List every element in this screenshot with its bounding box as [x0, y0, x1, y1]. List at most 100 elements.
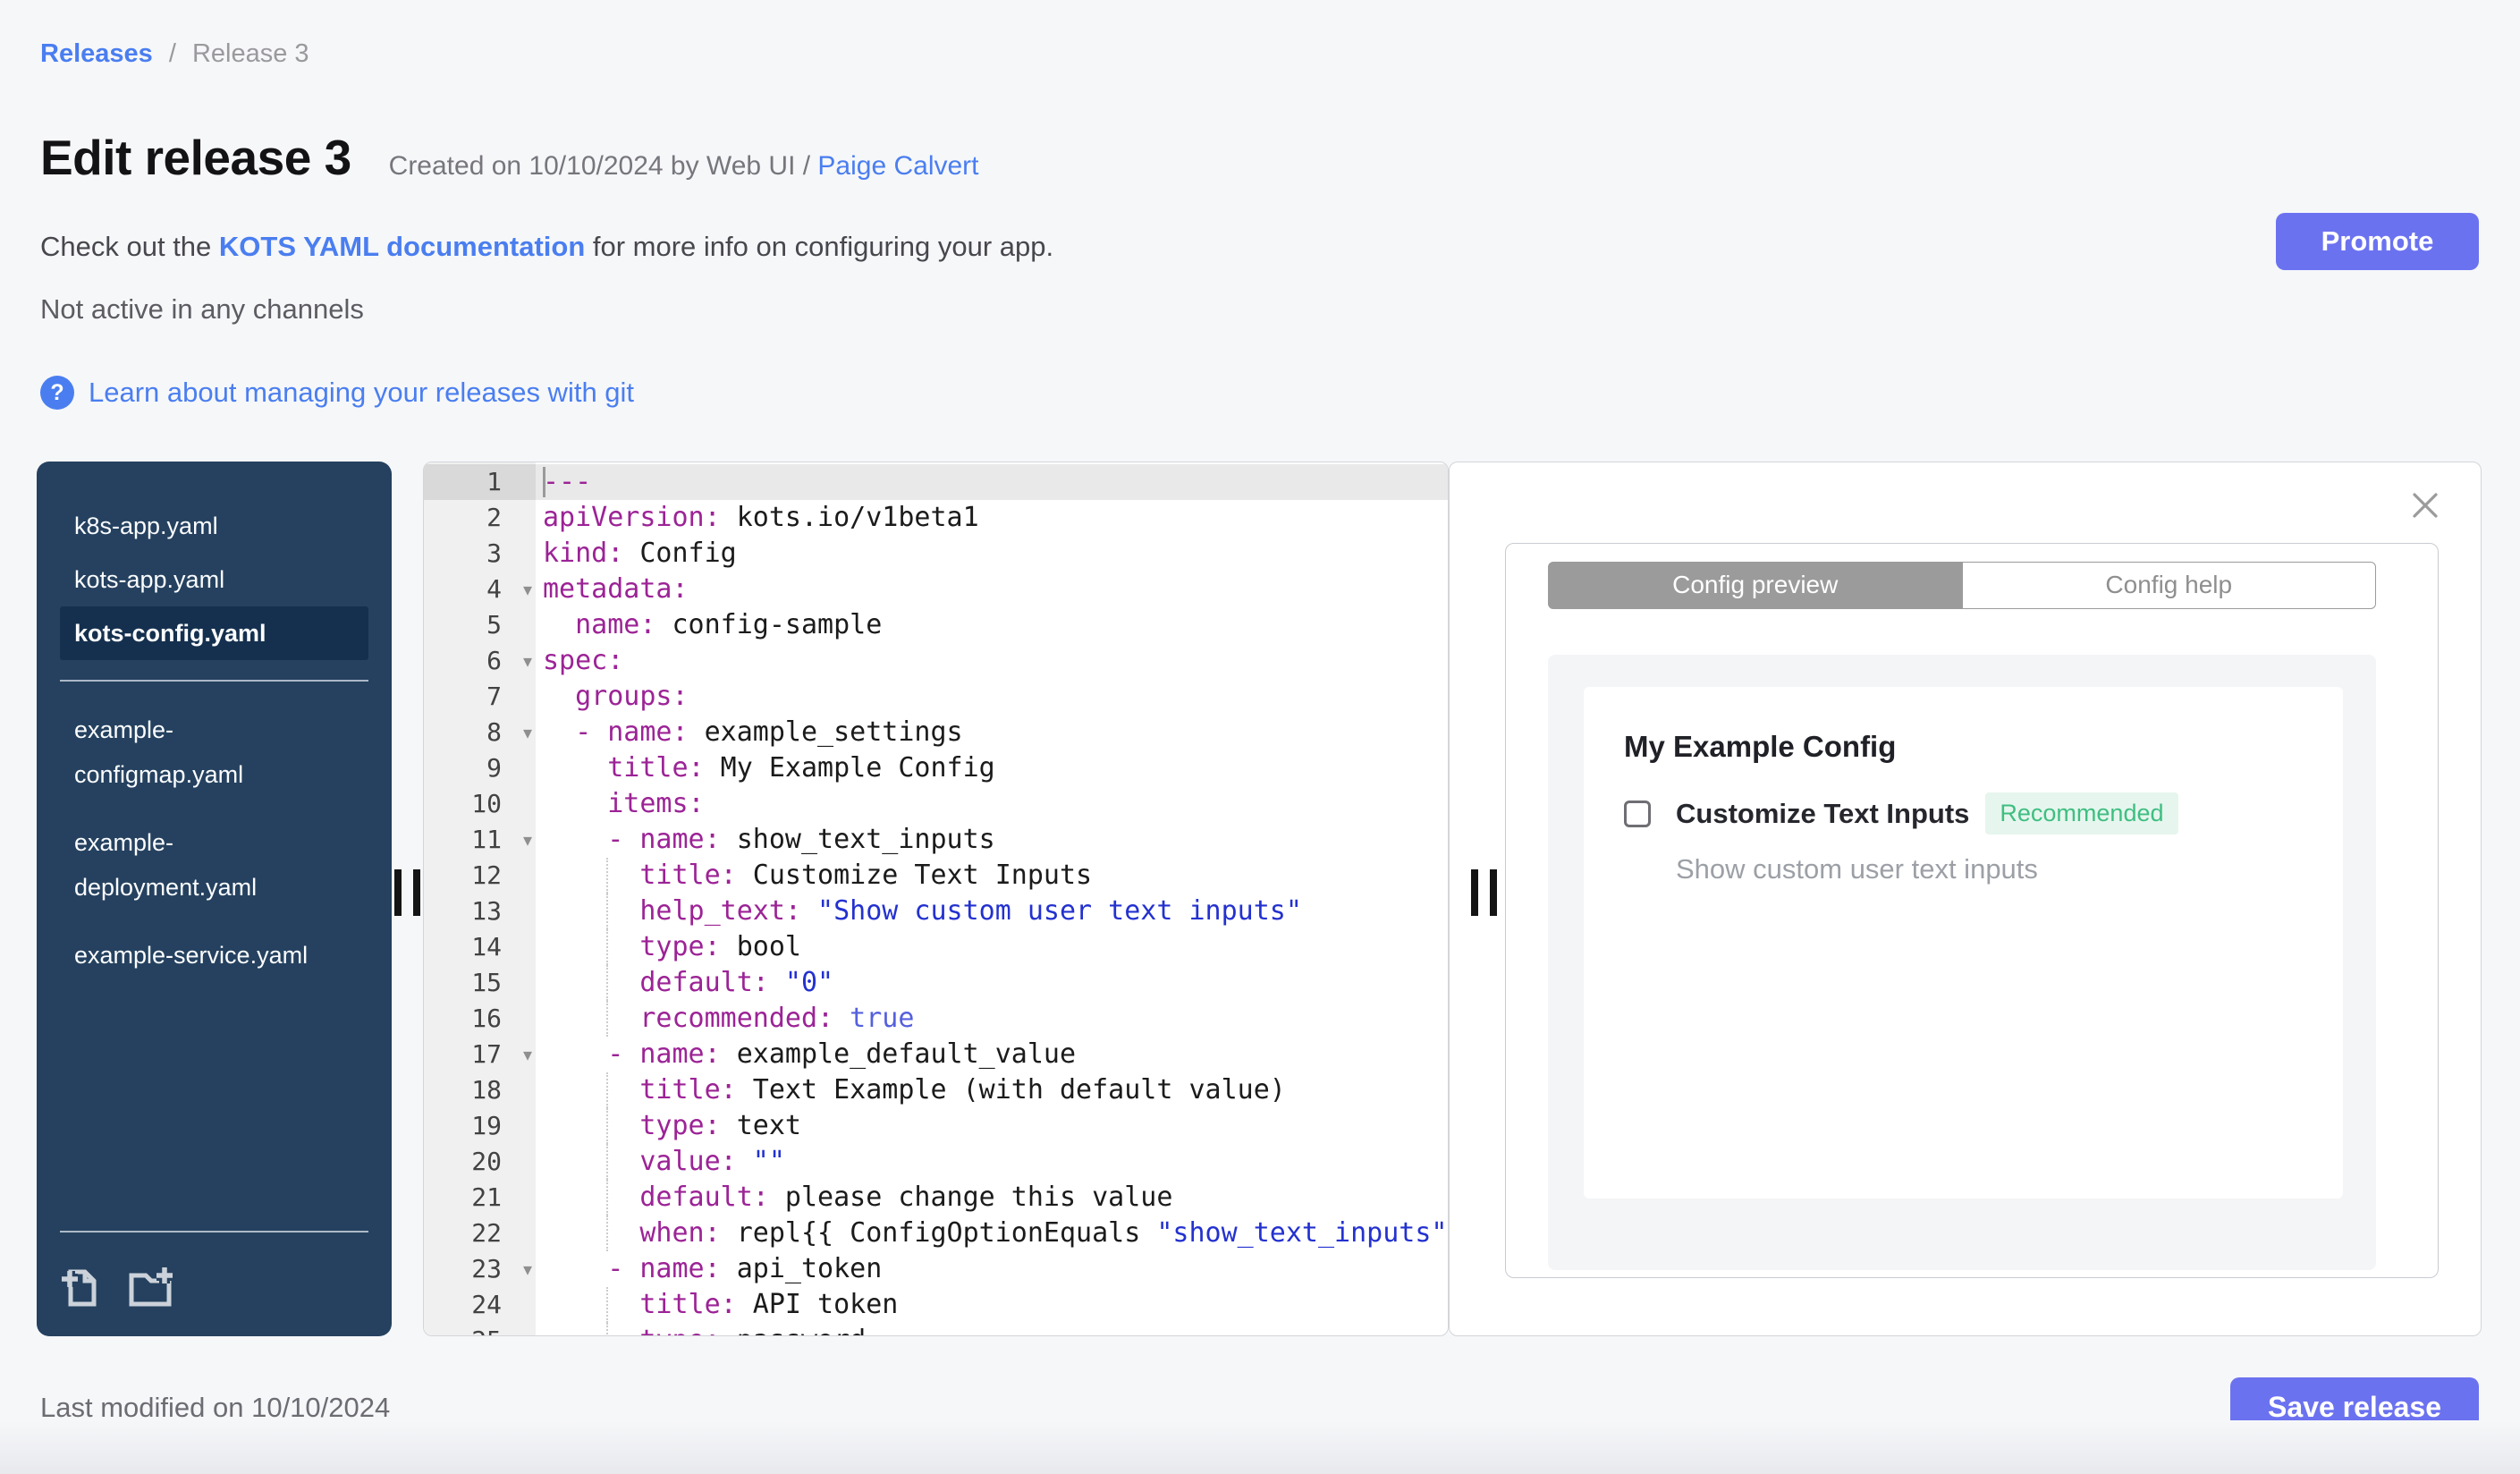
editor-line-17[interactable]: 17 ▾ - name: example_default_value	[424, 1037, 1448, 1072]
doc-hint: Check out the KOTS YAML documentation fo…	[40, 231, 1053, 263]
fold-arrow-icon[interactable]: ▾	[523, 572, 532, 607]
editor-line-11[interactable]: 11 ▾ - name: show_text_inputs	[424, 822, 1448, 858]
line-number: 23 ▾	[424, 1251, 536, 1287]
line-number: 22	[471, 1218, 502, 1248]
fold-arrow-icon[interactable]: ▾	[523, 1037, 532, 1072]
add-folder-icon[interactable]	[124, 1265, 176, 1309]
editor-line-16[interactable]: 16 recommended: true	[424, 1001, 1448, 1037]
code-text: type: bool	[543, 931, 801, 962]
tab-config-help[interactable]: Config help	[1962, 562, 2376, 609]
editor-line-24[interactable]: 24 title: API token	[424, 1287, 1448, 1323]
editor-line-19[interactable]: 19 type: text	[424, 1108, 1448, 1144]
file-item-kots-config.yaml[interactable]: kots-config.yaml	[60, 606, 368, 660]
line-number: 2	[486, 503, 502, 532]
breadcrumb-separator: /	[168, 39, 176, 68]
editor-line-2[interactable]: 2 apiVersion: kots.io/v1beta1	[424, 500, 1448, 536]
file-item-example-service.yaml[interactable]: example-service.yaml	[60, 925, 351, 986]
editor-line-5[interactable]: 5 name: config-sample	[424, 607, 1448, 643]
file-item-kots-app.yaml[interactable]: kots-app.yaml	[60, 553, 355, 606]
tab-config-preview[interactable]: Config preview	[1548, 562, 1963, 609]
editor-line-20[interactable]: 20 value: ""	[424, 1144, 1448, 1180]
editor-line-12[interactable]: 12 title: Customize Text Inputs	[424, 858, 1448, 894]
page-title: Edit release 3	[40, 130, 351, 185]
app-root: Releases / Release 3 Edit release 3 Crea…	[0, 0, 2520, 1474]
editor-line-18[interactable]: 18 title: Text Example (with default val…	[424, 1072, 1448, 1108]
editor-line-4[interactable]: 4 ▾ metadata:	[424, 572, 1448, 607]
editor-line-9[interactable]: 9 title: My Example Config	[424, 750, 1448, 786]
file-list-secondary: example-configmap.yaml example-deployment…	[60, 699, 368, 993]
config-item-row: Customize Text Inputs Recommended	[1624, 792, 2178, 834]
sidebar-actions	[60, 1250, 368, 1309]
editor-line-3[interactable]: 3 kind: Config	[424, 536, 1448, 572]
sidebar-divider	[60, 1231, 368, 1233]
breadcrumb: Releases / Release 3	[40, 39, 309, 69]
breadcrumb-releases-link[interactable]: Releases	[40, 39, 153, 68]
code-text: spec:	[543, 645, 624, 676]
title-row: Edit release 3 Created on 10/10/2024 by …	[40, 129, 979, 186]
created-text: Created on 10/10/2024 by Web UI /	[388, 151, 818, 181]
kots-yaml-doc-link[interactable]: KOTS YAML documentation	[219, 231, 585, 262]
editor-lines: 1 --- 2 apiVersion: kots.io/v1beta1 3 kind: C…	[424, 464, 1448, 1335]
file-item-example-deployment.yaml[interactable]: example-deployment.yaml	[60, 812, 351, 918]
fold-arrow-icon[interactable]: ▾	[523, 822, 532, 858]
code-text: help_text: "Show custom user text inputs…	[543, 895, 1302, 927]
editor-line-8[interactable]: 8 ▾ - name: example_settings	[424, 715, 1448, 750]
editor-line-10[interactable]: 10 items:	[424, 786, 1448, 822]
fold-arrow-icon[interactable]: ▾	[523, 715, 532, 750]
editor-line-14[interactable]: 14 type: bool	[424, 929, 1448, 965]
code-editor[interactable]: 1 --- 2 apiVersion: kots.io/v1beta1 3 kind: C…	[423, 462, 1449, 1336]
editor-line-23[interactable]: 23 ▾ - name: api_token	[424, 1251, 1448, 1287]
line-number: 4 ▾	[424, 572, 536, 607]
editor-line-13[interactable]: 13 help_text: "Show custom user text inp…	[424, 894, 1448, 929]
preview-tabs: Config preview Config help	[1548, 562, 2376, 609]
recommended-badge: Recommended	[1985, 792, 2178, 834]
preview-body: My Example Config Customize Text Inputs …	[1548, 655, 2376, 1270]
add-file-icon[interactable]	[60, 1265, 101, 1309]
line-number: 19	[471, 1111, 502, 1140]
sidebar-footer	[60, 1211, 368, 1309]
file-tree-sidebar: k8s-app.yaml kots-app.yaml kots-config.yam…	[37, 462, 392, 1336]
resize-handle-left[interactable]	[394, 869, 420, 916]
code-text: ---	[543, 466, 592, 497]
editor-line-7[interactable]: 7 groups:	[424, 679, 1448, 715]
code-text: - name: example_default_value	[543, 1038, 1077, 1070]
author-link[interactable]: Paige Calvert	[817, 151, 978, 181]
editor-line-15[interactable]: 15 default: "0"	[424, 965, 1448, 1001]
fold-arrow-icon[interactable]: ▾	[523, 1251, 532, 1287]
line-number: 14	[471, 932, 502, 961]
code-text: default: "0"	[543, 967, 834, 998]
doc-hint-after: for more info on configuring your app.	[585, 231, 1054, 262]
git-help-row: ? Learn about managing your releases wit…	[40, 376, 634, 410]
line-number: 3	[486, 538, 502, 568]
editor-line-25[interactable]: 25 type: password	[424, 1323, 1448, 1335]
save-release-button[interactable]: Save release	[2230, 1377, 2479, 1436]
line-number: 21	[471, 1182, 502, 1212]
git-help-link[interactable]: Learn about managing your releases with …	[89, 377, 634, 409]
code-text: title: API token	[543, 1289, 899, 1320]
editor-line-21[interactable]: 21 default: please change this value	[424, 1180, 1448, 1216]
resize-handle-right[interactable]	[1471, 869, 1497, 916]
code-text: metadata:	[543, 573, 689, 605]
code-text: title: Text Example (with default value)	[543, 1074, 1286, 1106]
line-number: 11 ▾	[424, 822, 536, 858]
editor-line-6[interactable]: 6 ▾ spec:	[424, 643, 1448, 679]
file-item-example-configmap.yaml[interactable]: example-configmap.yaml	[60, 699, 351, 805]
code-text: - name: api_token	[543, 1253, 883, 1284]
line-number: 13	[471, 896, 502, 926]
file-item-k8s-app.yaml[interactable]: k8s-app.yaml	[60, 499, 355, 553]
line-number: 17 ▾	[424, 1037, 536, 1072]
doc-hint-before: Check out the	[40, 231, 219, 262]
breadcrumb-current: Release 3	[191, 39, 309, 68]
line-number: 15	[471, 968, 502, 997]
created-subtitle: Created on 10/10/2024 by Web UI / Paige …	[389, 151, 979, 182]
editor-line-22[interactable]: 22 when: repl{{ ConfigOptionEquals "show…	[424, 1216, 1448, 1251]
editor-line-1[interactable]: 1 ---	[424, 464, 1448, 500]
line-number: 6 ▾	[424, 643, 536, 679]
promote-button[interactable]: Promote	[2276, 213, 2479, 270]
code-text: kind: Config	[543, 538, 737, 569]
line-number: 9	[486, 753, 502, 783]
close-icon[interactable]	[2409, 489, 2441, 521]
config-checkbox[interactable]	[1624, 800, 1651, 827]
fold-arrow-icon[interactable]: ▾	[523, 643, 532, 679]
code-text: default: please change this value	[543, 1182, 1173, 1213]
